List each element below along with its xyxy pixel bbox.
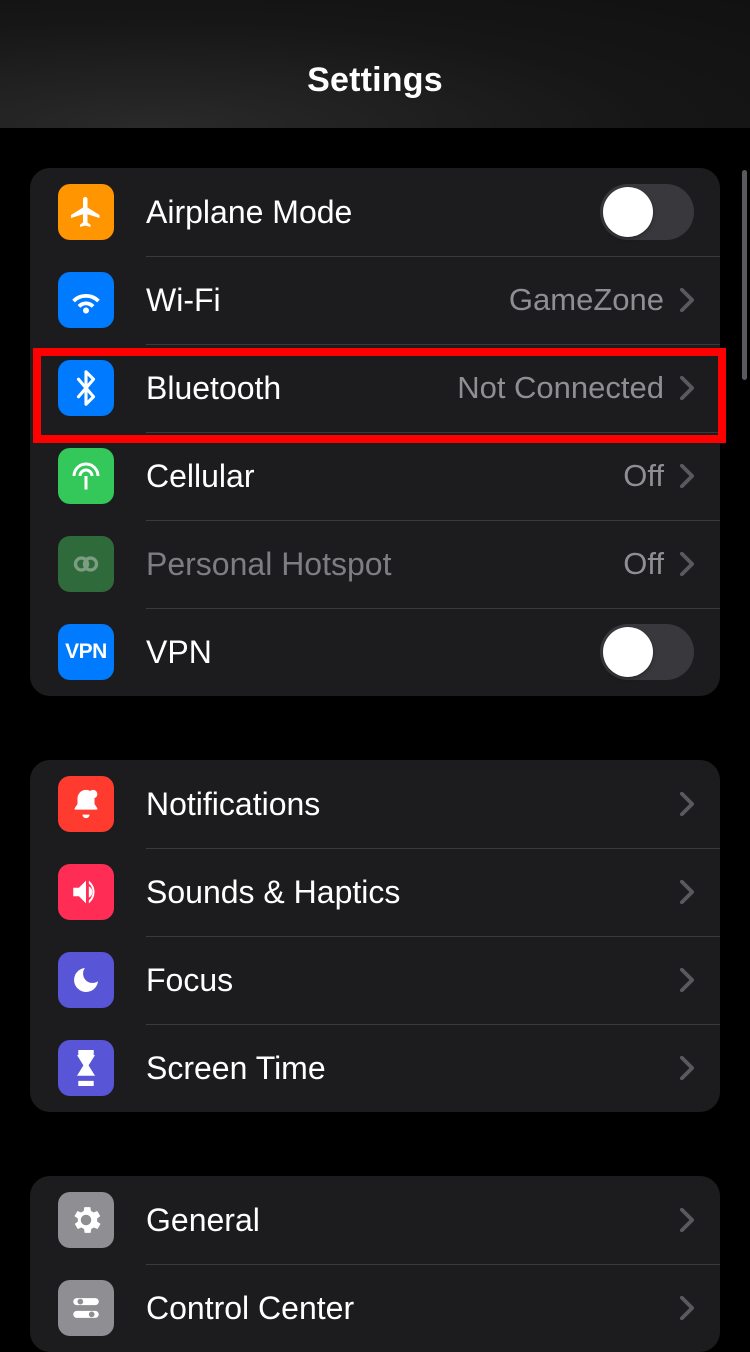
- row-general[interactable]: General: [30, 1176, 720, 1264]
- chevron-icon: [680, 376, 694, 400]
- settings-group-system: General Control Center: [30, 1176, 720, 1352]
- bluetooth-icon: [58, 360, 114, 416]
- bluetooth-value: Not Connected: [457, 370, 664, 406]
- general-icon: [58, 1192, 114, 1248]
- chevron-icon: [680, 552, 694, 576]
- control-center-label: Control Center: [146, 1290, 680, 1327]
- chevron-icon: [680, 464, 694, 488]
- wifi-label: Wi-Fi: [146, 282, 509, 319]
- control-center-icon: [58, 1280, 114, 1336]
- screentime-label: Screen Time: [146, 1050, 680, 1087]
- airplane-toggle[interactable]: [600, 184, 694, 240]
- wifi-value: GameZone: [509, 282, 664, 318]
- row-control-center[interactable]: Control Center: [30, 1264, 720, 1352]
- notifications-label: Notifications: [146, 786, 680, 823]
- settings-header: Settings: [0, 0, 750, 128]
- sounds-icon: [58, 864, 114, 920]
- settings-group-network: Airplane Mode Wi-Fi GameZone Bluetooth N…: [30, 168, 720, 696]
- chevron-icon: [680, 1056, 694, 1080]
- row-airplane-mode[interactable]: Airplane Mode: [30, 168, 720, 256]
- bluetooth-label: Bluetooth: [146, 370, 457, 407]
- focus-label: Focus: [146, 962, 680, 999]
- cellular-value: Off: [623, 458, 664, 494]
- hotspot-icon: [58, 536, 114, 592]
- sounds-label: Sounds & Haptics: [146, 874, 680, 911]
- row-bluetooth[interactable]: Bluetooth Not Connected: [30, 344, 720, 432]
- row-wifi[interactable]: Wi-Fi GameZone: [30, 256, 720, 344]
- scrollbar[interactable]: [742, 170, 747, 380]
- hotspot-value: Off: [623, 546, 664, 582]
- chevron-icon: [680, 1208, 694, 1232]
- cellular-label: Cellular: [146, 458, 623, 495]
- row-sounds[interactable]: Sounds & Haptics: [30, 848, 720, 936]
- hotspot-label: Personal Hotspot: [146, 546, 623, 583]
- row-vpn[interactable]: VPN VPN: [30, 608, 720, 696]
- general-label: General: [146, 1202, 680, 1239]
- chevron-icon: [680, 288, 694, 312]
- chevron-icon: [680, 1296, 694, 1320]
- vpn-label: VPN: [146, 634, 600, 671]
- row-focus[interactable]: Focus: [30, 936, 720, 1024]
- vpn-toggle[interactable]: [600, 624, 694, 680]
- row-hotspot[interactable]: Personal Hotspot Off: [30, 520, 720, 608]
- cellular-icon: [58, 448, 114, 504]
- screentime-icon: [58, 1040, 114, 1096]
- focus-icon: [58, 952, 114, 1008]
- row-cellular[interactable]: Cellular Off: [30, 432, 720, 520]
- vpn-icon: VPN: [58, 624, 114, 680]
- airplane-label: Airplane Mode: [146, 194, 600, 231]
- row-screentime[interactable]: Screen Time: [30, 1024, 720, 1112]
- page-title: Settings: [307, 61, 443, 100]
- chevron-icon: [680, 792, 694, 816]
- chevron-icon: [680, 880, 694, 904]
- settings-content: Airplane Mode Wi-Fi GameZone Bluetooth N…: [0, 128, 750, 1352]
- wifi-icon: [58, 272, 114, 328]
- row-notifications[interactable]: Notifications: [30, 760, 720, 848]
- settings-group-alerts: Notifications Sounds & Haptics Focus Scr…: [30, 760, 720, 1112]
- airplane-icon: [58, 184, 114, 240]
- chevron-icon: [680, 968, 694, 992]
- notifications-icon: [58, 776, 114, 832]
